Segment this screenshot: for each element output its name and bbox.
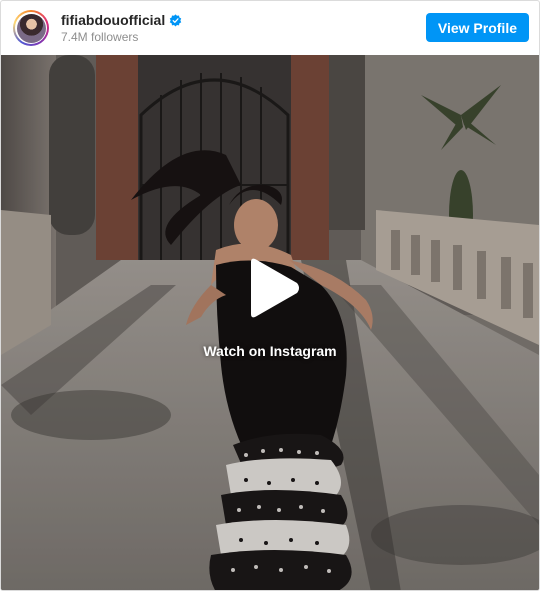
video-thumbnail[interactable]: Watch on Instagram <box>1 55 539 590</box>
avatar[interactable] <box>13 10 49 46</box>
verified-badge-icon <box>169 13 182 27</box>
embed-header: fifiabdouofficial 7.4M followers View Pr… <box>1 1 539 55</box>
follower-count: 7.4M followers <box>61 30 139 44</box>
instagram-embed: fifiabdouofficial 7.4M followers View Pr… <box>0 0 540 591</box>
watch-on-instagram-link[interactable]: Watch on Instagram <box>203 343 336 359</box>
play-icon[interactable] <box>237 255 303 321</box>
view-profile-button[interactable]: View Profile <box>425 13 529 42</box>
user-info: fifiabdouofficial 7.4M followers <box>61 12 182 44</box>
username[interactable]: fifiabdouofficial <box>61 12 165 28</box>
avatar-image <box>16 13 46 43</box>
